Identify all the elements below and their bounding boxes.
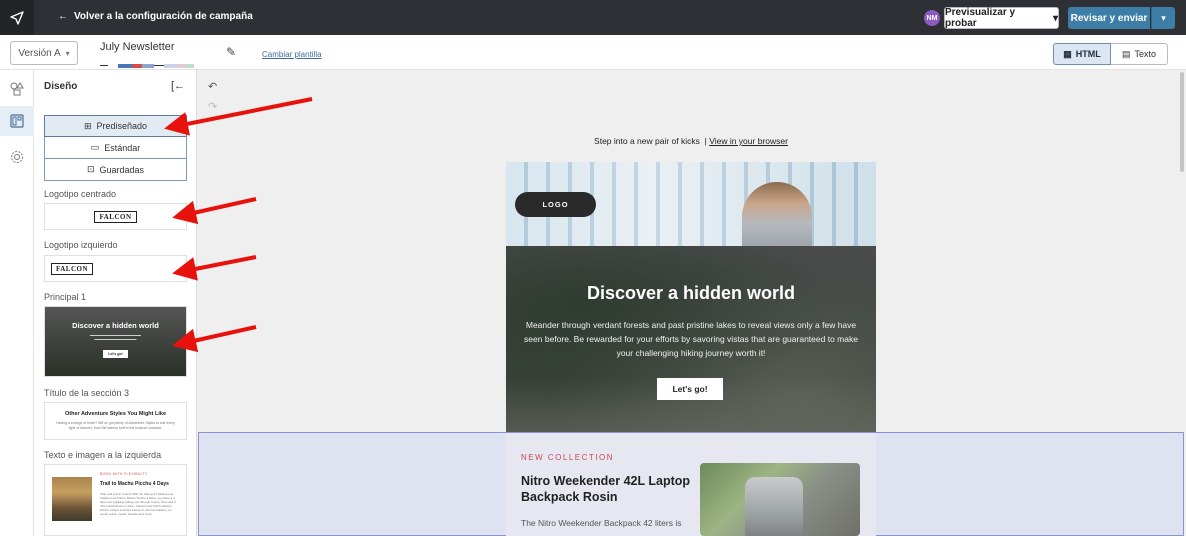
tab-saved[interactable]: ⊡ Guardadas [44, 159, 187, 181]
tab-predesigned[interactable]: ⊞ Prediseñado [44, 115, 187, 137]
editor-toolbar: Versión A ▾ July Newsletter ✎ Cambiar pl… [0, 35, 1186, 70]
caret-down-icon: ▾ [1052, 12, 1058, 24]
thumb-title: Other Adventure Styles You Might Like [64, 411, 167, 417]
preview-and-test-button[interactable]: Previsualizar y probar ▾ [944, 7, 1059, 29]
block-hero-1[interactable]: Discover a hidden world ▬▬▬▬▬▬▬▬▬▬▬▬▬▬▬▬… [44, 306, 187, 377]
canvas-scrollbar[interactable] [1180, 72, 1184, 172]
send-logo-icon[interactable] [0, 0, 34, 35]
product-kicker[interactable]: NEW COLLECTION [521, 453, 614, 462]
thumb-button: Let's go! [103, 350, 128, 358]
caret-down-icon: ▾ [1161, 12, 1166, 23]
tab-standard[interactable]: ▭ Estándar [44, 137, 187, 159]
product-title[interactable]: Nitro Weekender 42L Laptop Backpack Rosi… [521, 473, 696, 505]
back-to-campaign-link[interactable]: ← Volver a la configuración de campaña [58, 11, 253, 22]
email-logo-placeholder[interactable]: LOGO [515, 192, 596, 217]
block-logo-left[interactable]: FALCON [44, 255, 187, 282]
section-label: Logotipo centrado [44, 189, 117, 199]
html-grid-icon: ▦ [1063, 48, 1072, 59]
version-select[interactable]: Versión A ▾ [10, 41, 78, 65]
backpack-image [745, 477, 803, 536]
hero-body[interactable]: Meander through verdant forests and past… [516, 318, 866, 360]
review-send-dropdown-button[interactable]: ▾ [1151, 7, 1175, 29]
newsletter-color-strip [100, 58, 205, 68]
change-template-link[interactable]: Cambiar plantilla [262, 50, 322, 59]
model-photo [742, 182, 812, 246]
save-box-icon: ⊡ [86, 164, 95, 174]
html-view-tab[interactable]: ▦ HTML [1053, 43, 1111, 65]
section-label: Logotipo izquierdo [44, 240, 118, 250]
product-body[interactable]: The Nitro Weekender Backpack 42 liters i… [521, 518, 681, 528]
product-image[interactable] [700, 463, 860, 536]
block-logo-centered[interactable]: FALCON [44, 203, 187, 230]
newsletter-name[interactable]: July Newsletter [100, 41, 175, 53]
review-and-send-button[interactable]: Revisar y enviar [1068, 7, 1150, 29]
top-bar: ← Volver a la configuración de campaña NM… [0, 0, 1186, 35]
section-label: Texto e imagen a la izquierda [44, 450, 162, 460]
document-icon: ▤ [1121, 48, 1131, 59]
avatar[interactable]: NM [924, 10, 940, 26]
design-panel: Diseño [← ⊞ Prediseñado ▭ Estándar ⊡ Guarda… [35, 70, 197, 536]
block-text-image-left[interactable]: BOOK WITH FLEXIBILITY Trail to Machu Pic… [44, 464, 187, 536]
settings-gear-icon[interactable] [0, 142, 34, 172]
panel-title: Diseño [44, 81, 78, 92]
thumb-title: Discover a hidden world [72, 321, 159, 330]
undo-icon[interactable]: ↶ [208, 80, 217, 93]
caret-down-icon: ▾ [65, 48, 70, 58]
shapes-icon[interactable] [0, 74, 34, 104]
thumb-body: Having a change of heart? We've got plen… [56, 421, 175, 430]
redo-icon[interactable]: ↷ [208, 100, 217, 113]
text-view-tab[interactable]: ▤ Texto [1111, 43, 1168, 65]
square-icon: ▭ [90, 142, 100, 152]
falcon-logo: FALCON [94, 210, 137, 223]
layout-blocks-icon[interactable] [0, 106, 34, 136]
thumb-kicker: BOOK WITH FLEXIBILITY [100, 472, 148, 476]
thumb-title: Trail to Machu Picchu 4 Days [100, 481, 169, 487]
block-section-title-3[interactable]: Other Adventure Styles You Might Like Ha… [44, 402, 187, 440]
left-icon-rail [0, 70, 34, 536]
blocks-icon: ⊞ [83, 120, 92, 131]
view-in-browser-link[interactable]: View in your browser [709, 136, 788, 146]
hero-cta-button[interactable]: Let's go! [657, 378, 723, 400]
edit-pencil-icon[interactable]: ✎ [226, 45, 236, 59]
section-label: Título de la sección 3 [44, 388, 130, 398]
collapse-panel-icon[interactable]: [← [171, 80, 185, 92]
section-label: Principal 1 [44, 292, 87, 302]
hero-title[interactable]: Discover a hidden world [506, 283, 876, 304]
falcon-logo: FALCON [51, 262, 94, 275]
thumb-body: Start and end in Cusco! With the Hiking … [100, 492, 176, 516]
email-preheader: Step into a new pair of kicks | View in … [594, 136, 788, 146]
thumb-body-lines: ▬▬▬▬▬▬▬▬▬▬▬▬▬▬▬▬▬ ▬▬▬▬▬▬▬▬▬▬▬▬▬▬ [90, 333, 141, 341]
arrow-left-icon: ← [58, 11, 68, 22]
thumb-image [52, 477, 92, 521]
